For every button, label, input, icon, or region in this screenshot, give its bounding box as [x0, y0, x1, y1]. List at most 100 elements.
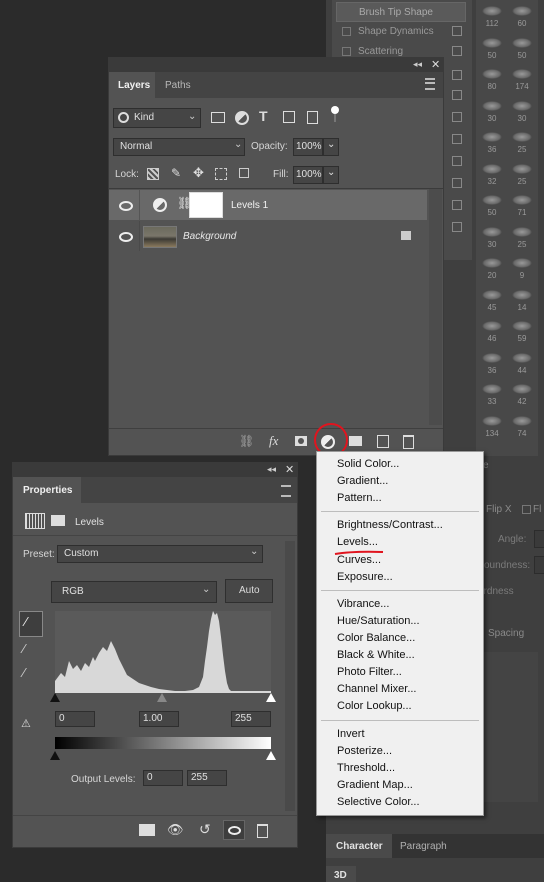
clipping-warning-icon[interactable]: ⚠: [21, 717, 31, 730]
brush-option-shape-dynamics[interactable]: Shape Dynamics: [336, 22, 464, 40]
checkbox[interactable]: [342, 27, 351, 36]
output-black-field[interactable]: 0: [143, 770, 183, 786]
brush-preset[interactable]: [512, 352, 532, 363]
opacity-input[interactable]: 100%: [293, 138, 323, 156]
fx-icon[interactable]: fx: [269, 433, 278, 449]
panel-menu-icon[interactable]: [281, 485, 291, 497]
view-previous-icon[interactable]: 👁: [167, 822, 184, 838]
input-black-slider[interactable]: [50, 693, 60, 702]
menu-item-pattern[interactable]: Pattern...: [337, 492, 382, 504]
menu-item-brightness-contrast[interactable]: Brightness/Contrast...: [337, 519, 443, 531]
brush-preset[interactable]: [482, 384, 502, 394]
brush-preset[interactable]: [482, 69, 502, 79]
collapse-icon[interactable]: ◂◂: [267, 464, 276, 475]
reset-icon[interactable]: ↺: [199, 821, 211, 838]
menu-item-threshold[interactable]: Threshold...: [337, 762, 395, 774]
panel-menu-icon[interactable]: [425, 78, 435, 90]
collapse-icon[interactable]: ◂◂: [413, 59, 422, 70]
brush-preset[interactable]: [512, 289, 532, 300]
new-group-icon[interactable]: [349, 436, 362, 446]
fill-dropdown[interactable]: ⌄: [323, 166, 339, 184]
trash-icon[interactable]: [403, 435, 414, 449]
tab-3d[interactable]: 3D: [326, 866, 356, 882]
brush-preset[interactable]: [482, 289, 502, 300]
menu-item-color-lookup[interactable]: Color Lookup...: [337, 700, 412, 712]
layer-thumbnail[interactable]: [143, 226, 177, 248]
brush-preset[interactable]: [512, 384, 532, 394]
brush-preset[interactable]: [482, 352, 502, 363]
brush-preset[interactable]: [482, 100, 502, 111]
brush-preset[interactable]: [512, 321, 532, 331]
menu-item-photo-filter[interactable]: Photo Filter...: [337, 666, 402, 678]
menu-item-levels[interactable]: Levels...: [337, 536, 378, 548]
tab-character[interactable]: Character: [326, 834, 392, 858]
lock-transparent-icon[interactable]: [147, 168, 159, 180]
menu-item-invert[interactable]: Invert: [337, 728, 365, 740]
smartobject-filter-icon[interactable]: [307, 111, 318, 124]
clip-icon[interactable]: [139, 824, 155, 836]
lock-artboard-icon[interactable]: [215, 168, 227, 180]
checkbox[interactable]: [342, 47, 351, 56]
brush-preset[interactable]: [482, 37, 502, 48]
close-icon[interactable]: ✕: [285, 463, 294, 476]
menu-item-vibrance[interactable]: Vibrance...: [337, 598, 389, 610]
layers-scrollbar[interactable]: [429, 189, 442, 425]
menu-item-gradient[interactable]: Gradient...: [337, 475, 388, 487]
brush-preset[interactable]: [512, 6, 532, 16]
brush-preset[interactable]: [482, 226, 502, 237]
brush-preset[interactable]: [482, 132, 502, 142]
black-eyedropper-icon[interactable]: ⁄: [19, 611, 43, 637]
lock-image-icon[interactable]: ✎: [171, 166, 181, 180]
brush-preset[interactable]: [512, 132, 532, 142]
menu-item-hue-saturation[interactable]: Hue/Saturation...: [337, 615, 420, 627]
brush-preset[interactable]: [512, 258, 532, 268]
brush-preset[interactable]: [482, 258, 502, 268]
filter-kind-select[interactable]: Kind ⌄: [113, 108, 201, 128]
brush-preset[interactable]: [482, 163, 502, 174]
layer-mask-thumbnail[interactable]: [189, 192, 223, 218]
adjustment-filter-icon[interactable]: [235, 111, 249, 125]
mask-icon[interactable]: [51, 515, 65, 526]
eye-icon[interactable]: [119, 201, 133, 211]
output-white-field[interactable]: 255: [187, 770, 227, 786]
channel-select[interactable]: RGB ⌄: [51, 581, 217, 603]
brush-option-brush-tip[interactable]: Brush Tip Shape: [336, 2, 466, 22]
type-filter-icon[interactable]: T: [259, 108, 268, 124]
flip-x-option[interactable]: Flip X: [486, 504, 512, 515]
link-layers-icon[interactable]: ⛓: [239, 434, 254, 448]
brush-preset[interactable]: [512, 195, 532, 205]
input-gamma-slider[interactable]: [157, 693, 167, 702]
lock-position-icon[interactable]: ✥: [193, 165, 204, 181]
input-white-field[interactable]: 255: [231, 711, 271, 727]
menu-item-posterize[interactable]: Posterize...: [337, 745, 392, 757]
brush-preset[interactable]: [482, 6, 502, 16]
lock-all-icon[interactable]: [239, 168, 249, 178]
layer-row-background[interactable]: Background: [109, 221, 427, 251]
tab-layers[interactable]: Layers: [109, 72, 155, 98]
opacity-dropdown[interactable]: ⌄: [323, 138, 339, 156]
menu-item-gradient-map[interactable]: Gradient Map...: [337, 779, 413, 791]
brush-preset[interactable]: [512, 69, 532, 79]
gray-eyedropper-icon[interactable]: ⁄: [23, 641, 25, 656]
brush-preset[interactable]: [512, 415, 532, 426]
blend-mode-select[interactable]: Normal ⌄: [113, 138, 245, 156]
angle-input[interactable]: [534, 530, 544, 548]
brush-preset[interactable]: [512, 100, 532, 111]
white-eyedropper-icon[interactable]: ⁄: [23, 665, 25, 680]
menu-item-color-balance[interactable]: Color Balance...: [337, 632, 415, 644]
brush-preset[interactable]: [512, 37, 532, 48]
output-black-slider[interactable]: [50, 751, 60, 760]
menu-item-black-white[interactable]: Black & White...: [337, 649, 415, 661]
brush-preset[interactable]: [512, 163, 532, 174]
properties-scrollbar[interactable]: [285, 541, 295, 811]
layer-row-levels[interactable]: ⛓ Levels 1: [109, 190, 427, 220]
shape-filter-icon[interactable]: [283, 111, 295, 123]
new-layer-icon[interactable]: [377, 435, 389, 448]
toggle-filter-icon[interactable]: [331, 106, 339, 114]
flip-y-option[interactable]: Fl: [522, 504, 541, 515]
roundness-input[interactable]: [534, 556, 544, 574]
image-filter-icon[interactable]: [211, 112, 225, 123]
input-white-slider[interactable]: [266, 693, 276, 702]
checkbox[interactable]: [522, 505, 531, 514]
output-white-slider[interactable]: [266, 751, 276, 760]
